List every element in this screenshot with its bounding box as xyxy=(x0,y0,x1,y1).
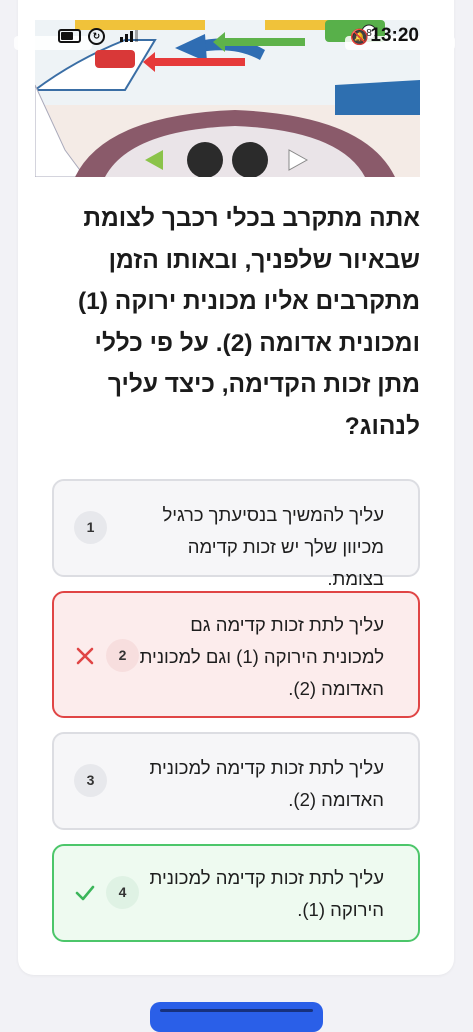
answer-text: עליך לתת זכות קדימה גם למכונית הירוקה (1… xyxy=(139,614,384,699)
green-arrow-body xyxy=(225,38,305,46)
answer-number-badge: 2 xyxy=(106,639,139,672)
tachometer-gauge xyxy=(232,142,268,177)
red-arrow-body xyxy=(155,58,245,66)
check-icon xyxy=(75,885,95,901)
answer-text: עליך להמשיך בנסיעתך כרגיל מכיוון שלך יש … xyxy=(162,504,384,589)
answer-text: עליך לתת זכות קדימה למכונית האדומה (2). xyxy=(149,757,384,810)
answer-number-badge: 4 xyxy=(106,876,139,909)
question-text: אתה מתקרב בכלי רכבך לצומת שבאיור שלפניך,… xyxy=(78,205,420,440)
x-icon xyxy=(76,647,94,665)
answer-number-badge: 1 xyxy=(74,511,107,544)
red-car xyxy=(95,50,135,68)
windshield-edge xyxy=(335,80,420,115)
answer-option-2[interactable]: עליך לתת זכות קדימה גם למכונית הירוקה (1… xyxy=(52,591,420,718)
answer-text: עליך לתת זכות קדימה למכונית הירוקה (1). xyxy=(149,867,384,920)
speedometer-gauge xyxy=(187,142,223,177)
junction-illustration: 8 xyxy=(35,20,420,177)
road-marking xyxy=(75,20,205,30)
answer-option-1[interactable]: עליך להמשיך בנסיעתך כרגיל מכיוון שלך יש … xyxy=(52,479,420,589)
answer-option-3[interactable]: עליך לתת זכות קדימה למכונית האדומה (2). … xyxy=(52,732,420,830)
answer-option-4[interactable]: עליך לתת זכות קדימה למכונית הירוקה (1). … xyxy=(52,844,420,942)
next-button[interactable] xyxy=(150,1002,323,1032)
car-badge-text: 8 xyxy=(366,28,372,39)
answer-number-badge: 3 xyxy=(74,764,107,797)
